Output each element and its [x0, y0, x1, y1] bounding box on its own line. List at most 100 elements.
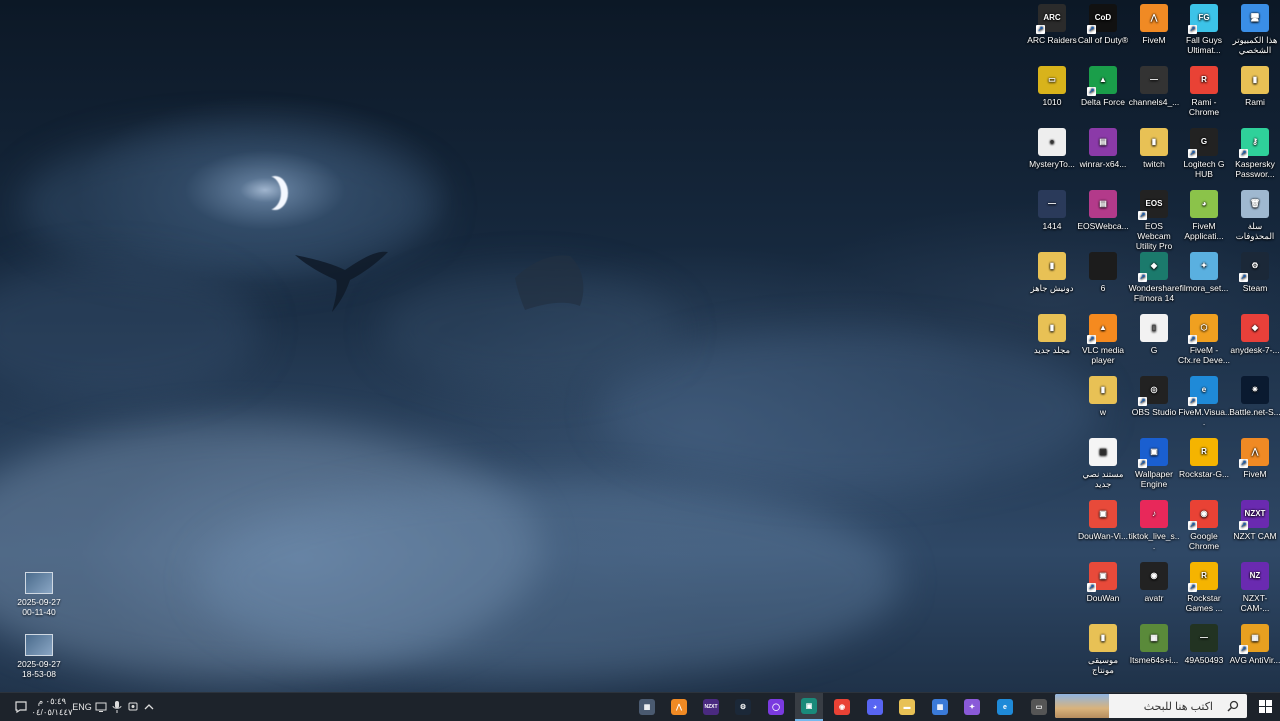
taskbar-app-file-explorer[interactable]: ▬: [893, 693, 921, 721]
desktop-icon[interactable]: — 1414: [1026, 190, 1078, 231]
desktop-icon[interactable]: ⬡FiveM - Cfx.re Deve...: [1178, 314, 1230, 365]
desktop-icon[interactable]: ▯ G: [1128, 314, 1180, 355]
desktop-icon[interactable]: R Rami - Chrome: [1178, 66, 1230, 117]
desktop-icon[interactable]: ◉ avatr: [1128, 562, 1180, 603]
network-button[interactable]: [93, 693, 109, 721]
taskbar-app-app-circle[interactable]: ◯: [762, 693, 790, 721]
taskbar-app-active-app[interactable]: ▣: [795, 693, 823, 721]
windows-logo-icon: [1258, 699, 1272, 713]
desktop-icon-label: FiveM - Cfx.re Deve...: [1178, 345, 1230, 365]
clock[interactable]: ٠٥:٤٩ م ٠٤/٠٥/١٤٤٧: [31, 693, 72, 721]
desktop-icon[interactable]: ▲VLC media player: [1077, 314, 1129, 365]
taskbar-app-chrome-rami[interactable]: ◉: [828, 693, 856, 721]
desktop-icon-label: AVG AntiVir...: [1229, 655, 1280, 665]
dragon-silhouette-2: [515, 255, 584, 310]
desktop-icon-label: 49A50493: [1184, 655, 1224, 665]
desktop-icon[interactable]: ▮ موسيقى مونتاج: [1077, 624, 1129, 675]
desktop-icon[interactable]: GLogitech G HUB: [1178, 128, 1230, 179]
desktop-icon[interactable]: ⋀FiveM: [1229, 438, 1280, 479]
desktop-icon[interactable]: — 49A50493: [1178, 624, 1230, 665]
desktop-icon[interactable]: ▦ Itsme64s+i...: [1128, 624, 1180, 665]
desktop-icon[interactable]: eFiveM.Visua...: [1178, 376, 1230, 427]
desktop-icon-label: Rockstar-G...: [1178, 469, 1230, 479]
desktop-icon-label: مستند نصي جديد: [1082, 469, 1124, 489]
notification-center-button[interactable]: [8, 693, 34, 721]
desktop-icon[interactable]: CoDCall of Duty®: [1077, 4, 1129, 45]
screenshot-file-1[interactable]: 2025-09-27 00-11-40: [12, 572, 66, 617]
desktop-icon[interactable]: ⋀FiveM: [1128, 4, 1180, 45]
desktop-icon[interactable]: ▤ EOSWebca...: [1077, 190, 1129, 231]
desktop-icon[interactable]: ◉Google Chrome: [1178, 500, 1230, 551]
desktop-icon[interactable]: EOSEOS Webcam Utility Pro: [1128, 190, 1180, 251]
app-icon: ▤: [1089, 128, 1117, 156]
desktop-icon[interactable]: ✦ filmora_set...: [1178, 252, 1230, 293]
taskbar-app-discord[interactable]: ◕: [861, 693, 889, 721]
desktop-icon[interactable]: ▣ DouWan-Vi...: [1077, 500, 1129, 541]
taskbar-app-nzxt[interactable]: NZXT: [697, 693, 725, 721]
taskbar-app-edge[interactable]: e: [991, 693, 1019, 721]
screenshot-date: 2025-09-27: [17, 597, 61, 607]
desktop-icon[interactable]: ◆ anydesk-7-...: [1229, 314, 1280, 355]
desktop-icon[interactable]: 🖥 هذا الكمبيوتر الشخصي: [1229, 4, 1280, 55]
device-button[interactable]: [125, 693, 141, 721]
app-icon: ▭: [1038, 66, 1066, 94]
desktop-icon[interactable]: ◕ FiveM Applicati...: [1178, 190, 1230, 241]
desktop-icon[interactable]: ▤ مستند نصي جديد: [1077, 438, 1129, 489]
app-icon: ▦: [1239, 624, 1269, 654]
desktop-icon[interactable]: ▮ twitch: [1128, 128, 1180, 169]
desktop-icon[interactable]: ▮ دونيش جاهز: [1026, 252, 1078, 293]
screenshot-file-2[interactable]: 2025-09-27 18-53-08: [12, 634, 66, 679]
desktop-icon-label: EOS Webcam Utility Pro: [1135, 221, 1173, 251]
app-icon: —: [1038, 190, 1066, 218]
desktop-icon[interactable]: ARCARC Raiders: [1026, 4, 1078, 45]
desktop-icon[interactable]: ⚷Kaspersky Passwor...: [1229, 128, 1280, 179]
taskbar-search-box[interactable]: اكتب هنا للبحث: [1055, 694, 1247, 718]
app-icon: —: [1190, 624, 1218, 652]
desktop-icon[interactable]: ◎OBS Studio: [1128, 376, 1180, 417]
start-button[interactable]: [1250, 692, 1280, 720]
microphone-button[interactable]: [109, 693, 125, 721]
discord-icon: ◕: [867, 699, 883, 715]
desktop-icon[interactable]: ▦AVG AntiVir...: [1229, 624, 1280, 665]
desktop-icon[interactable]: ▣DouWan: [1077, 562, 1129, 603]
desktop-icon[interactable]: ▮ مجلد جديد: [1026, 314, 1078, 355]
desktop-icon-label: Wallpaper Engine: [1135, 469, 1173, 489]
taskbar-app-task-view[interactable]: ▭: [1025, 693, 1053, 721]
desktop-icon[interactable]: NZXTNZXT CAM: [1229, 500, 1280, 541]
desktop-icon[interactable]: RRockstar Games ...: [1178, 562, 1230, 613]
desktop-icon[interactable]: NZ NZXT-CAM-...: [1229, 562, 1280, 613]
search-highlight-image[interactable]: [1055, 694, 1109, 718]
desktop-icon[interactable]: ▣Wallpaper Engine: [1128, 438, 1180, 489]
app-icon: CoD: [1087, 4, 1117, 34]
show-hidden-icons-button[interactable]: [141, 693, 157, 721]
desktop-icon[interactable]: ◆Wondershare Filmora 14: [1128, 252, 1180, 303]
desktop-icon[interactable]: ▭ 1010: [1026, 66, 1078, 107]
desktop-icon[interactable]: 🗑 سلة المحذوفات: [1229, 190, 1280, 241]
taskbar-app-keyboard-tool[interactable]: ▦: [633, 693, 661, 721]
app-icon: ⚷: [1239, 128, 1269, 158]
taskbar-app-fivem[interactable]: ⋀: [665, 693, 693, 721]
taskbar-app-steam[interactable]: ⚙: [729, 693, 757, 721]
taskbar-app-store[interactable]: ▦: [926, 693, 954, 721]
device-icon: [128, 702, 138, 711]
desktop-icon[interactable]: 6: [1077, 252, 1129, 293]
desktop-icon[interactable]: ▮ Rami: [1229, 66, 1280, 107]
keyboard-tool-icon: ▦: [639, 699, 655, 715]
desktop-icon[interactable]: FGFall Guys Ultimat...: [1178, 4, 1230, 55]
desktop-icon[interactable]: ▤ winrar-x64...: [1077, 128, 1129, 169]
desktop-icon[interactable]: ● MysteryTo...: [1026, 128, 1078, 169]
desktop-icon[interactable]: R Rockstar-G...: [1178, 438, 1230, 479]
desktop-icon[interactable]: ✷ Battle.net-S...: [1229, 376, 1280, 417]
app-icon: ◆: [1138, 252, 1168, 282]
desktop-icon[interactable]: ▮ w: [1077, 376, 1129, 417]
language-indicator[interactable]: ENG: [71, 693, 93, 721]
desktop-icon[interactable]: ⚙Steam: [1229, 252, 1280, 293]
app-icon: ⋀: [1140, 4, 1168, 32]
desktop-icon[interactable]: ♪ tiktok_live_s...: [1128, 500, 1180, 551]
desktop-icon-label: FiveM Applicati...: [1184, 221, 1224, 241]
desktop-icon[interactable]: ▲Delta Force: [1077, 66, 1129, 107]
app-icon: ▣: [1138, 438, 1168, 468]
app-icon: ◉: [1140, 562, 1168, 590]
taskbar-app-copilot[interactable]: ✦: [958, 693, 986, 721]
desktop-icon[interactable]: — channels4_...: [1128, 66, 1180, 107]
